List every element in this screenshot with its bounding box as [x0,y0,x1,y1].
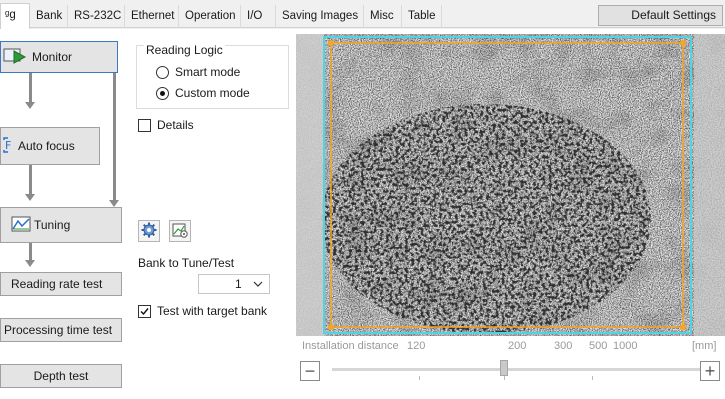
chart-settings-icon [172,222,188,241]
tab-table[interactable]: Table [402,5,442,28]
monitor-icon [3,48,29,67]
details-label: Details [157,118,194,132]
tick-mark [592,376,593,380]
flow-arrow-icon [25,102,35,109]
flow-connector [29,165,32,195]
unit-label: [mm] [692,340,717,352]
checkbox-checked-icon [138,304,151,318]
custom-mode-radio[interactable]: Custom mode [156,86,250,100]
chart-settings-button[interactable] [169,220,191,242]
distance-slider-thumb[interactable] [500,360,508,376]
tab-operation[interactable]: Operation [179,5,241,28]
tab-ethernet[interactable]: Ethernet [125,5,179,28]
custom-mode-label: Custom mode [175,86,250,100]
tab-bank[interactable]: Bank [30,5,68,28]
tuning-page: Monitor F Auto focus Tuning Reading rate… [0,29,725,399]
gear-icon [141,222,157,241]
depth-test-button[interactable]: Depth test [0,364,122,388]
radio-icon [156,65,169,79]
chevron-down-icon [253,276,263,295]
tuning-label: Tuning [34,218,71,232]
tab-tuning[interactable]: ᵍg [0,3,30,29]
flow-connector [29,73,32,103]
bank-select[interactable]: 1 [198,274,270,294]
tab-bar: ᵍg Bank RS-232C Ethernet Operation I/O S… [0,0,725,29]
tick-label: 1000 [613,340,638,352]
installation-distance-label: Installation distance [302,340,399,352]
auto-focus-icon: F [3,136,15,156]
radio-selected-icon [156,86,169,100]
tick-label: 200 [508,340,527,352]
flow-arrow-icon [25,194,35,201]
tab-misc[interactable]: Misc [364,5,402,28]
settings-button[interactable] [138,220,160,242]
monitor-button[interactable]: Monitor [0,41,118,73]
test-with-target-bank-label: Test with target bank [157,304,268,318]
reading-rate-test-label: Reading rate test [11,277,103,291]
minus-icon: − [304,361,316,381]
smart-mode-radio[interactable]: Smart mode [156,65,240,79]
plus-icon: + [704,361,716,381]
checkbox-icon [138,118,151,132]
bank-select-value: 1 [235,277,242,291]
camera-image [296,34,725,336]
auto-focus-label: Auto focus [18,139,75,153]
default-settings-button[interactable]: Default Settings [598,5,723,26]
flow-arrow-icon [109,200,119,207]
monitor-label: Monitor [32,50,73,64]
distance-slider-track[interactable] [332,368,706,371]
tick-mark [504,376,505,380]
reading-logic-title: Reading Logic [144,43,225,57]
tick-label: 300 [554,340,573,352]
depth-test-label: Depth test [33,369,89,383]
tab-saving-images[interactable]: Saving Images [276,5,364,28]
details-checkbox[interactable]: Details [138,118,194,132]
tab-rs232c[interactable]: RS-232C [68,5,125,28]
tick-label: 120 [407,340,426,352]
flow-arrow-icon [25,260,35,267]
flow-connector [113,73,116,201]
processing-time-test-button[interactable]: Processing time test [0,318,122,342]
tuning-button[interactable]: Tuning [0,207,122,243]
increase-distance-button[interactable]: + [700,361,720,381]
tab-io[interactable]: I/O [241,5,276,28]
tick-label: 500 [589,340,608,352]
tick-mark [419,376,420,380]
installation-distance-scale: Installation distance 120 200 300 500 10… [296,336,725,399]
smart-mode-label: Smart mode [175,65,241,79]
processing-time-test-label: Processing time test [4,323,113,337]
decrease-distance-button[interactable]: − [300,361,320,381]
auto-focus-button[interactable]: F Auto focus [0,127,100,165]
test-with-target-bank-checkbox[interactable]: Test with target bank [138,304,267,318]
tuning-icon [11,216,31,235]
reading-rate-test-button[interactable]: Reading rate test [0,272,122,296]
svg-text:F: F [5,139,11,152]
camera-image-viewer[interactable] [296,34,725,336]
flow-connector [29,243,32,261]
bank-to-tune-label: Bank to Tune/Test [138,256,235,270]
